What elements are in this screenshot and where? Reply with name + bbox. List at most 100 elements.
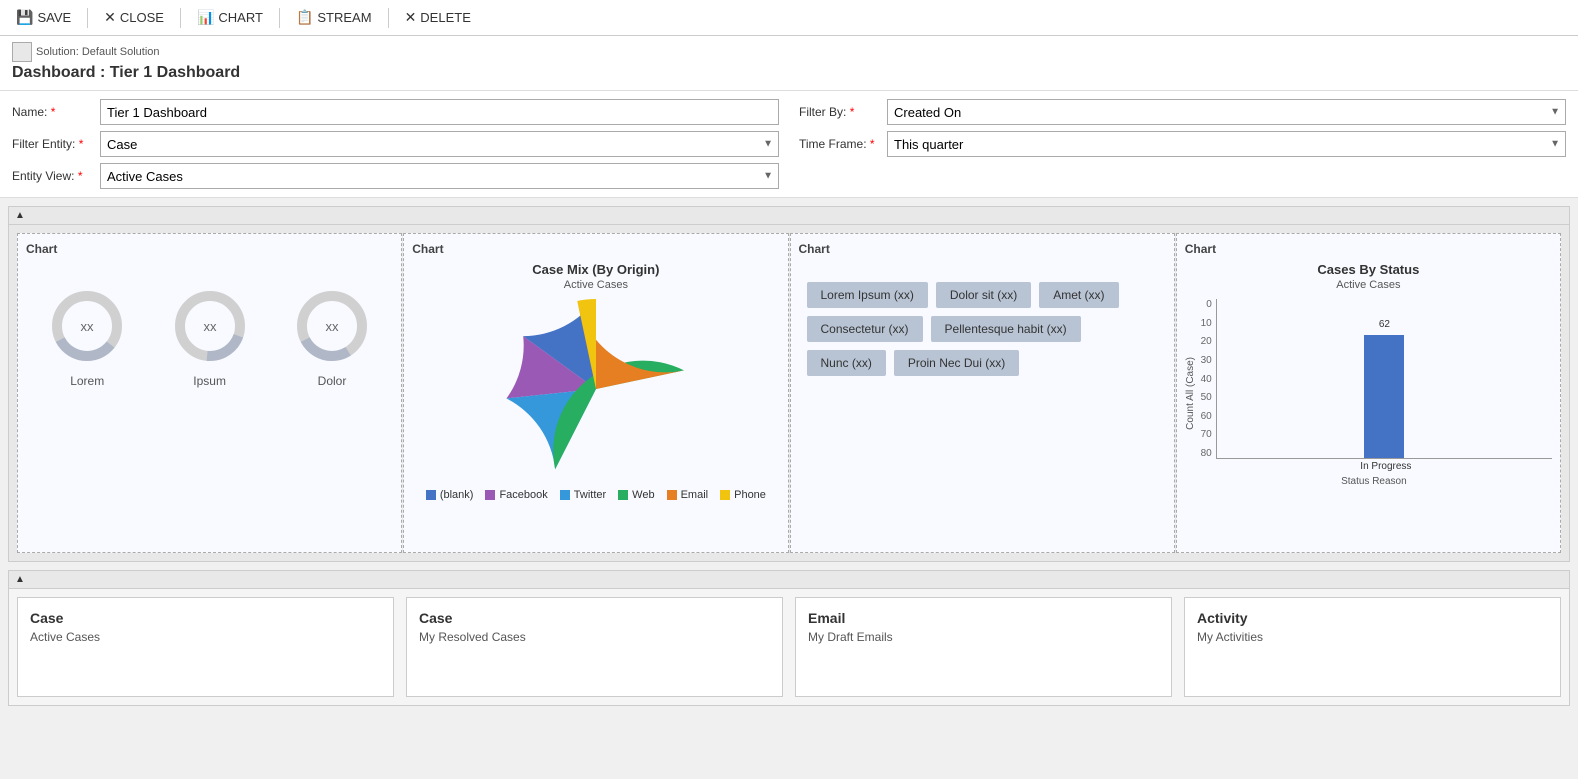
toolbar: 💾 SAVE ✕ CLOSE 📊 CHART 📋 STREAM ✕ DELETE xyxy=(0,0,1578,36)
tag-dolor-sit[interactable]: Dolor sit (xx) xyxy=(936,282,1031,308)
time-frame-row: Time Frame: * This quarter ▼ xyxy=(799,131,1566,157)
tag-amet[interactable]: Amet (xx) xyxy=(1039,282,1118,308)
legend-label-phone: Phone xyxy=(734,489,766,501)
card-entity-3: Email xyxy=(808,610,1159,626)
pie-chart-container xyxy=(412,299,779,479)
filter-by-select[interactable]: Created On xyxy=(887,99,1566,125)
legend-phone: Phone xyxy=(720,489,766,501)
donut-lorem: xx Lorem xyxy=(47,286,127,388)
donut-container: xx Lorem xx Ipsum xyxy=(26,286,393,388)
charts-section: ▲ Chart xx Lorem xyxy=(8,206,1570,562)
y-axis-label-wrap: Count All (Case) xyxy=(1185,299,1196,487)
donut-label-2: Ipsum xyxy=(193,374,226,388)
legend-label-email: Email xyxy=(681,489,709,501)
legend-label-blank: (blank) xyxy=(440,489,474,501)
filter-entity-select[interactable]: Case xyxy=(100,131,779,157)
separator xyxy=(279,8,280,28)
chart-panel-2: Chart Case Mix (By Origin) Active Cases xyxy=(403,233,788,553)
tag-proin[interactable]: Proin Nec Dui (xx) xyxy=(894,350,1019,376)
chart2-title: Chart xyxy=(412,242,779,256)
legend-facebook: Facebook xyxy=(485,489,547,501)
filter-entity-row: Filter Entity: * Case ▼ xyxy=(12,131,779,157)
bar-chart-wrapper: Count All (Case) 80 70 60 50 40 30 20 xyxy=(1185,299,1552,487)
time-frame-select-wrap: This quarter ▼ xyxy=(887,131,1566,157)
entity-view-select[interactable]: Active Cases xyxy=(100,163,779,189)
bar-value-label: 62 xyxy=(1379,319,1390,330)
tag-nunc[interactable]: Nunc (xx) xyxy=(807,350,886,376)
name-row: Name: * xyxy=(12,99,779,125)
entity-view-label: Entity View: * xyxy=(12,169,92,183)
bar-col-inprogress: 62 xyxy=(1217,335,1552,458)
pie-subtitle: Active Cases xyxy=(412,279,779,291)
card-view-2: My Resolved Cases xyxy=(419,630,770,644)
solution-icon xyxy=(12,42,32,62)
pie-title: Case Mix (By Origin) xyxy=(412,262,779,277)
card-entity-1: Case xyxy=(30,610,381,626)
separator xyxy=(87,8,88,28)
svg-text:xx: xx xyxy=(81,319,95,334)
bar-rect xyxy=(1364,335,1404,458)
list-card-case-active[interactable]: Case Active Cases xyxy=(17,597,394,697)
close-button[interactable]: ✕ CLOSE xyxy=(96,6,172,29)
x-axis-label: Status Reason xyxy=(1196,476,1552,487)
chart4-title: Chart xyxy=(1185,242,1552,256)
collapse-icon: ▲ xyxy=(15,210,25,221)
bar-chart-inner: 80 70 60 50 40 30 20 10 0 xyxy=(1196,299,1552,487)
filter-entity-select-wrap: Case ▼ xyxy=(100,131,779,157)
time-frame-select[interactable]: This quarter xyxy=(887,131,1566,157)
legend-email: Email xyxy=(667,489,709,501)
save-button[interactable]: 💾 SAVE xyxy=(8,6,79,29)
card-entity-2: Case xyxy=(419,610,770,626)
stream-icon: 📋 xyxy=(296,9,313,26)
y-axis-label: Count All (Case) xyxy=(1185,357,1196,430)
card-entity-4: Activity xyxy=(1197,610,1548,626)
pie-chart-svg xyxy=(506,299,686,479)
tag-lorem-ipsum[interactable]: Lorem Ipsum (xx) xyxy=(807,282,928,308)
chart-button[interactable]: 📊 CHART xyxy=(189,6,271,29)
tag-grid: Lorem Ipsum (xx) Dolor sit (xx) Amet (xx… xyxy=(799,262,1166,396)
bar-value-container: 62 xyxy=(1364,335,1404,458)
tag-consectetur[interactable]: Consectetur (xx) xyxy=(807,316,923,342)
legend-label-facebook: Facebook xyxy=(499,489,547,501)
chart-icon: 📊 xyxy=(197,9,214,26)
y-axis: 80 70 60 50 40 30 20 10 0 xyxy=(1196,299,1216,459)
legend-color-facebook xyxy=(485,490,495,500)
donut-svg-3: xx xyxy=(292,286,372,366)
close-label: CLOSE xyxy=(120,10,164,25)
chart-panel-3: Chart Lorem Ipsum (xx) Dolor sit (xx) Am… xyxy=(790,233,1175,553)
donut-svg-1: xx xyxy=(47,286,127,366)
stream-button[interactable]: 📋 STREAM xyxy=(288,6,380,29)
bar-chart-title: Cases By Status xyxy=(1185,262,1552,277)
charts-grid: Chart xx Lorem xx xyxy=(9,225,1569,561)
legend-twitter: Twitter xyxy=(560,489,606,501)
chart3-title: Chart xyxy=(799,242,1166,256)
chart-panel-1: Chart xx Lorem xx xyxy=(17,233,402,553)
charts-section-header[interactable]: ▲ xyxy=(9,207,1569,225)
close-icon: ✕ xyxy=(104,9,116,26)
delete-icon: ✕ xyxy=(405,9,417,26)
donut-ipsum: xx Ipsum xyxy=(170,286,250,388)
chart-panel-4: Chart Cases By Status Active Cases Count… xyxy=(1176,233,1561,553)
list-section-header[interactable]: ▲ xyxy=(9,571,1569,589)
delete-button[interactable]: ✕ DELETE xyxy=(397,6,479,29)
list-card-case-resolved[interactable]: Case My Resolved Cases xyxy=(406,597,783,697)
chart-label: CHART xyxy=(218,10,263,25)
svg-text:xx: xx xyxy=(203,319,217,334)
donut-label-1: Lorem xyxy=(70,374,104,388)
list-card-activity[interactable]: Activity My Activities xyxy=(1184,597,1561,697)
card-view-1: Active Cases xyxy=(30,630,381,644)
list-cards-grid: Case Active Cases Case My Resolved Cases… xyxy=(9,589,1569,705)
svg-text:xx: xx xyxy=(326,319,340,334)
entity-view-select-wrap: Active Cases ▼ xyxy=(100,163,779,189)
list-section: ▲ Case Active Cases Case My Resolved Cas… xyxy=(8,570,1570,706)
chart1-title: Chart xyxy=(26,242,393,256)
legend-label-web: Web xyxy=(632,489,654,501)
legend-color-twitter xyxy=(560,490,570,500)
name-input[interactable] xyxy=(100,99,779,125)
donut-label-3: Dolor xyxy=(318,374,347,388)
x-labels: In Progress xyxy=(1196,459,1552,472)
list-card-email-draft[interactable]: Email My Draft Emails xyxy=(795,597,1172,697)
tag-pellentesque[interactable]: Pellentesque habit (xx) xyxy=(931,316,1081,342)
bars-area: 62 xyxy=(1216,299,1552,459)
card-view-4: My Activities xyxy=(1197,630,1548,644)
